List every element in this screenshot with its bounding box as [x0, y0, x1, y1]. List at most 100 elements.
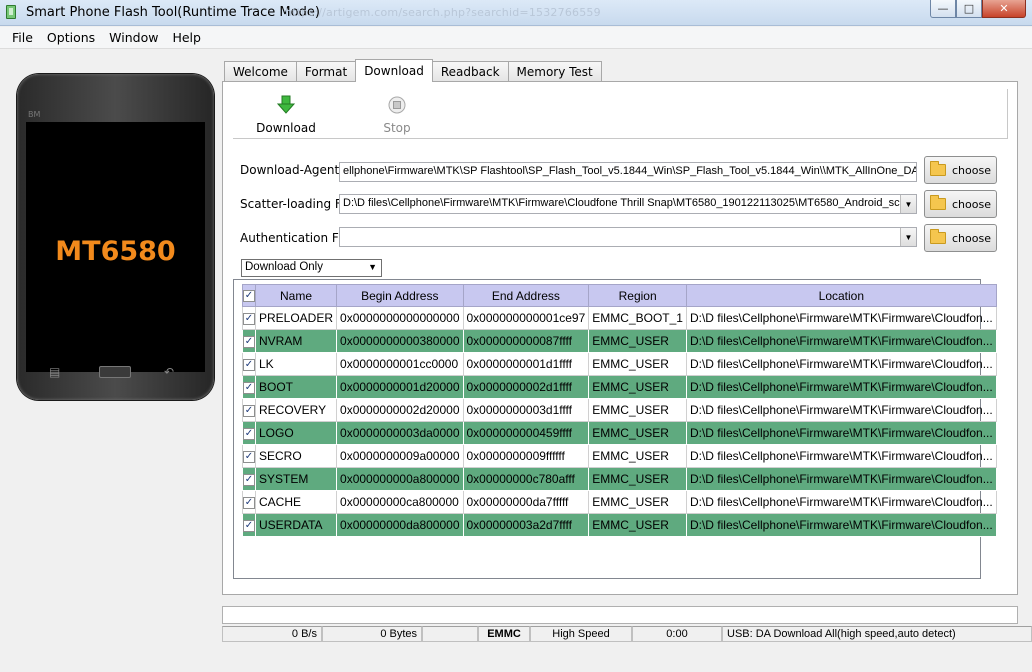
- cell-begin-address: 0x0000000001d20000: [336, 375, 464, 399]
- cell-name: RECOVERY: [254, 398, 338, 422]
- cell-region: EMMC_USER: [588, 513, 687, 537]
- authentication-label: Authentication File: [240, 231, 352, 245]
- cell-name: LK: [254, 352, 338, 376]
- chevron-down-icon[interactable]: ▼: [900, 195, 916, 213]
- phone-model: MT6580: [55, 236, 176, 267]
- cell-end-address: 0x00000000da7fffff: [462, 490, 590, 514]
- download-mode-value: Download Only: [245, 261, 323, 273]
- download-agent-label: Download-Agent: [240, 163, 340, 177]
- row-checkbox[interactable]: ✓: [242, 375, 256, 399]
- row-checkbox[interactable]: ✓: [242, 306, 256, 330]
- status-bytes: 0 Bytes: [322, 626, 422, 642]
- row-checkbox[interactable]: ✓: [242, 398, 256, 422]
- download-mode-select[interactable]: Download Only ▼: [241, 259, 382, 277]
- row-checkbox[interactable]: ✓: [242, 329, 256, 353]
- cell-name: NVRAM: [254, 329, 338, 353]
- status-speed: 0 B/s: [222, 626, 322, 642]
- cell-name: PRELOADER: [254, 306, 338, 330]
- cell-begin-address: 0x0000000000380000: [336, 329, 464, 353]
- row-checkbox[interactable]: ✓: [242, 467, 256, 491]
- phone-home-key: [99, 366, 131, 378]
- tab-bar: Welcome Format Download Readback Memory …: [224, 59, 602, 82]
- choose-download-agent-button[interactable]: choose: [924, 156, 997, 184]
- cell-region: EMMC_BOOT_1: [588, 306, 687, 330]
- cell-name: BOOT: [254, 375, 338, 399]
- scatter-loading-field[interactable]: D:\D files\Cellphone\Firmware\MTK\Firmwa…: [339, 194, 917, 214]
- table-row[interactable]: ✓ NVRAM 0x0000000000380000 0x00000000008…: [242, 329, 997, 353]
- window-title: Smart Phone Flash Tool(Runtime Trace Mod…: [26, 5, 320, 20]
- maximize-button[interactable]: □: [956, 0, 982, 18]
- minimize-button[interactable]: —: [930, 0, 956, 18]
- tab-memory-test[interactable]: Memory Test: [507, 61, 602, 82]
- column-header-name[interactable]: Name: [254, 284, 338, 307]
- folder-icon: [930, 229, 946, 244]
- table-row[interactable]: ✓ PRELOADER 0x0000000000000000 0x0000000…: [242, 306, 997, 330]
- menu-file[interactable]: File: [6, 28, 39, 47]
- tab-readback[interactable]: Readback: [431, 61, 509, 82]
- title-bar: Smart Phone Flash Tool(Runtime Trace Mod…: [0, 0, 1032, 26]
- table-row[interactable]: ✓ SECRO 0x0000000009a00000 0x0000000009f…: [242, 444, 997, 468]
- menu-help[interactable]: Help: [166, 28, 207, 47]
- cell-name: LOGO: [254, 421, 338, 445]
- tab-welcome[interactable]: Welcome: [224, 61, 297, 82]
- table-row[interactable]: ✓ BOOT 0x0000000001d20000 0x0000000002d1…: [242, 375, 997, 399]
- row-checkbox[interactable]: ✓: [242, 490, 256, 514]
- status-mode: High Speed: [530, 626, 632, 642]
- cell-region: EMMC_USER: [588, 329, 687, 353]
- cell-end-address: 0x000000000459ffff: [462, 421, 590, 445]
- cell-name: SYSTEM: [254, 467, 338, 491]
- row-checkbox[interactable]: ✓: [242, 513, 256, 537]
- table-row[interactable]: ✓ RECOVERY 0x0000000002d20000 0x00000000…: [242, 398, 997, 422]
- choose-scatter-button[interactable]: choose: [924, 190, 997, 218]
- status-usb: USB: DA Download All(high speed,auto det…: [722, 626, 1032, 642]
- choose-authentication-button[interactable]: choose: [924, 224, 997, 252]
- menu-bar: File Options Window Help: [0, 27, 1032, 49]
- tab-format[interactable]: Format: [295, 61, 357, 82]
- background-url-text: https://artigem.com/search.php?searchid=…: [285, 6, 601, 19]
- chevron-down-icon: ▼: [368, 262, 377, 272]
- row-checkbox[interactable]: ✓: [242, 352, 256, 376]
- cell-end-address: 0x00000003a2d7ffff: [462, 513, 590, 537]
- table-row[interactable]: ✓ CACHE 0x00000000ca800000 0x00000000da7…: [242, 490, 997, 514]
- table-row[interactable]: ✓ SYSTEM 0x000000000a800000 0x00000000c7…: [242, 467, 997, 491]
- download-panel: Download Stop Download-Agent ellphone\Fi…: [222, 81, 1018, 595]
- cell-name: CACHE: [254, 490, 338, 514]
- stop-button[interactable]: Stop: [362, 95, 432, 135]
- download-agent-field[interactable]: ellphone\Firmware\MTK\SP Flashtool\SP_Fl…: [339, 162, 917, 182]
- cell-location: D:\D files\Cellphone\Firmware\MTK\Firmwa…: [685, 490, 997, 514]
- column-header-region[interactable]: Region: [588, 284, 687, 307]
- chevron-down-icon[interactable]: ▼: [900, 228, 916, 246]
- column-header-location[interactable]: Location: [685, 284, 997, 307]
- column-header-begin-address[interactable]: Begin Address: [336, 284, 464, 307]
- authentication-field[interactable]: ▼: [339, 227, 917, 247]
- row-checkbox[interactable]: ✓: [242, 421, 256, 445]
- download-label: Download: [256, 121, 316, 135]
- table-row[interactable]: ✓ LOGO 0x0000000003da0000 0x000000000459…: [242, 421, 997, 445]
- status-time: 0:00: [632, 626, 722, 642]
- folder-icon: [930, 195, 946, 210]
- choose-label: choose: [952, 163, 991, 177]
- cell-location: D:\D files\Cellphone\Firmware\MTK\Firmwa…: [685, 352, 997, 376]
- menu-window[interactable]: Window: [103, 28, 164, 47]
- download-toolbar: Download Stop: [233, 89, 1008, 139]
- phone-menu-key-icon: ▤: [49, 365, 61, 379]
- cell-region: EMMC_USER: [588, 398, 687, 422]
- cell-region: EMMC_USER: [588, 444, 687, 468]
- cell-end-address: 0x0000000003d1ffff: [462, 398, 590, 422]
- cell-begin-address: 0x000000000a800000: [336, 467, 464, 491]
- close-button[interactable]: ✕: [982, 0, 1026, 18]
- cell-end-address: 0x0000000009ffffff: [462, 444, 590, 468]
- cell-region: EMMC_USER: [588, 490, 687, 514]
- row-checkbox[interactable]: ✓: [242, 444, 256, 468]
- download-button[interactable]: Download: [251, 95, 321, 135]
- column-header-end-address[interactable]: End Address: [462, 284, 590, 307]
- select-all-checkbox[interactable]: ✓: [242, 284, 256, 307]
- cell-begin-address: 0x0000000003da0000: [336, 421, 464, 445]
- table-row[interactable]: ✓ LK 0x0000000001cc0000 0x0000000001d1ff…: [242, 352, 997, 376]
- tab-download[interactable]: Download: [355, 59, 433, 82]
- cell-begin-address: 0x00000000ca800000: [336, 490, 464, 514]
- table-row[interactable]: ✓ USERDATA 0x00000000da800000 0x00000003…: [242, 513, 997, 537]
- partition-table: ✓ Name Begin Address End Address Region …: [242, 284, 997, 537]
- menu-options[interactable]: Options: [41, 28, 101, 47]
- cell-location: D:\D files\Cellphone\Firmware\MTK\Firmwa…: [685, 467, 997, 491]
